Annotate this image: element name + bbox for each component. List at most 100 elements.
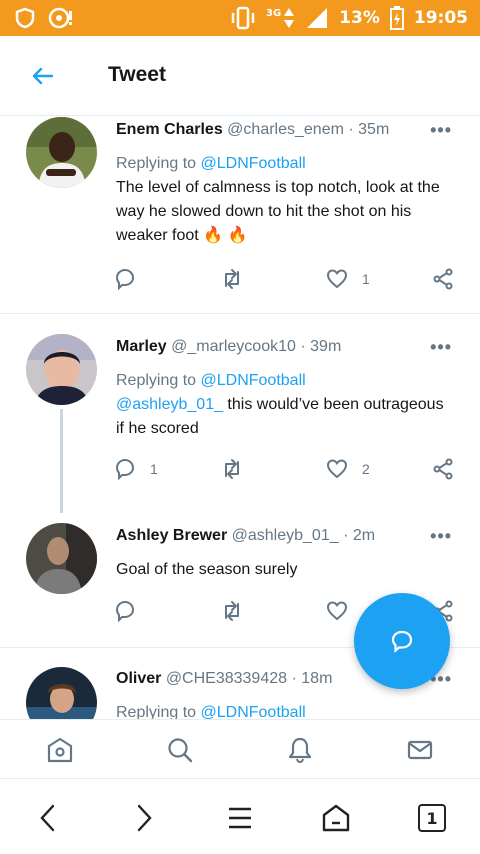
fire-emoji: 🔥 🔥 (203, 227, 248, 244)
menu-icon (229, 807, 251, 829)
more-options-button[interactable]: ••• (430, 120, 452, 141)
browser-back-button[interactable] (30, 800, 66, 836)
author-handle[interactable]: @charles_enem (227, 121, 344, 138)
browser-home-icon (322, 804, 350, 832)
tweet-actions: 1 2 (112, 458, 462, 484)
nav-messages[interactable] (404, 734, 436, 766)
avatar[interactable] (26, 117, 97, 188)
data-arrows-icon (284, 8, 295, 28)
home-icon (47, 737, 73, 763)
reply-to-link[interactable]: @LDNFootball (201, 155, 306, 172)
reply-icon (115, 268, 135, 290)
separator: · (300, 338, 306, 355)
retweet-icon (225, 269, 239, 289)
reply-context: Replying to @LDNFootball (116, 152, 456, 176)
chevron-right-icon (137, 804, 152, 832)
status-bar: 3G 13% 19:05 (0, 0, 480, 36)
timestamp: 39m (310, 338, 342, 355)
chevron-left-icon (40, 804, 55, 832)
share-icon (433, 458, 453, 480)
browser-home-button[interactable] (318, 800, 354, 836)
tweet-body: Replying to @LDNFootball The level of ca… (116, 152, 456, 248)
tweet-text-content: The level of calmness is top notch, look… (116, 179, 440, 244)
tweet[interactable]: Enem Charles @charles_enem · 35m ••• Rep… (0, 116, 480, 314)
retweet-button[interactable] (220, 458, 258, 480)
retweet-button[interactable] (220, 600, 258, 622)
more-options-button[interactable]: ••• (430, 526, 452, 547)
like-button[interactable]: 1 (326, 268, 370, 290)
separator: · (348, 121, 354, 138)
network-type: 3G (266, 7, 282, 19)
tweet-body: Goal of the season surely (116, 558, 456, 582)
separator: · (343, 527, 349, 544)
reply-context: Replying to @LDNFootball (116, 701, 456, 719)
share-icon (433, 268, 453, 290)
tweet-body: Replying to @LDNFootball @ashleyb_01_ th… (116, 369, 456, 441)
like-button[interactable] (326, 600, 362, 622)
reply-icon (115, 600, 135, 622)
share-button[interactable] (432, 268, 454, 290)
retweet-button[interactable] (220, 268, 258, 290)
search-icon (168, 738, 193, 763)
tweet-text: @ashleyb_01_ this would’ve been outrageo… (116, 393, 456, 441)
heart-icon (326, 269, 348, 289)
signal-icon (307, 8, 328, 28)
tweet-header: Enem Charles @charles_enem · 35m (116, 121, 389, 139)
like-count: 2 (362, 461, 370, 477)
clock: 19:05 (413, 8, 468, 28)
messages-icon (407, 740, 433, 760)
browser-tabs-button[interactable]: 1 (414, 800, 450, 836)
battery-percent: 13% (339, 8, 380, 28)
reply-context: Replying to @LDNFootball (116, 369, 456, 393)
author-handle[interactable]: @ashleyb_01_ (232, 527, 339, 544)
heart-icon (326, 601, 348, 621)
bottom-navigation (0, 719, 480, 779)
mention-link[interactable]: @ashleyb_01_ (116, 396, 223, 413)
avatar[interactable] (26, 667, 97, 719)
shield-icon (15, 7, 35, 29)
more-options-button[interactable]: ••• (430, 337, 452, 358)
reply-button[interactable] (114, 268, 150, 290)
avatar[interactable] (26, 334, 97, 405)
author-name[interactable]: Ashley Brewer (116, 527, 227, 544)
like-button[interactable]: 2 (326, 458, 370, 480)
tweet-header: Marley @_marleycook10 · 39m (116, 338, 341, 356)
retweet-icon (225, 459, 239, 479)
browser-forward-button[interactable] (126, 800, 162, 836)
timestamp: 35m (358, 121, 390, 138)
tweet-actions: 1 (112, 268, 462, 294)
nav-notifications[interactable] (284, 734, 316, 766)
tweet-text: The level of calmness is top notch, look… (116, 176, 456, 248)
tweet-header: Ashley Brewer @ashleyb_01_ · 2m (116, 527, 375, 545)
author-name[interactable]: Enem Charles (116, 121, 223, 138)
nav-search[interactable] (164, 734, 196, 766)
notification-app-icon (48, 7, 72, 29)
reply-button[interactable]: 1 (114, 458, 158, 480)
reply-icon (115, 458, 135, 480)
nav-home[interactable] (44, 734, 76, 766)
tweet-header: Oliver @CHE38339428 · 18m (116, 670, 332, 688)
compose-reply-button[interactable] (354, 593, 450, 689)
author-name[interactable]: Oliver (116, 670, 161, 687)
vibrate-icon (231, 6, 255, 30)
reply-count: 1 (150, 461, 158, 477)
back-button[interactable] (26, 60, 58, 92)
browser-toolbar: 1 (0, 780, 480, 854)
reply-to-link[interactable]: @LDNFootball (201, 704, 306, 719)
reply-button[interactable] (114, 600, 150, 622)
tweet-text: Goal of the season surely (116, 561, 298, 578)
author-handle[interactable]: @CHE38339428 (166, 670, 287, 687)
author-handle[interactable]: @_marleycook10 (171, 338, 296, 355)
reply-prefix: Replying to (116, 155, 197, 172)
reply-prefix: Replying to (116, 372, 197, 389)
reply-to-link[interactable]: @LDNFootball (201, 372, 306, 389)
tweet-body: Replying to @LDNFootball (116, 701, 456, 719)
timestamp: 18m (301, 670, 333, 687)
page-title: Tweet (108, 63, 166, 86)
share-button[interactable] (432, 458, 454, 480)
app-header: Tweet (0, 36, 480, 116)
avatar[interactable] (26, 523, 97, 594)
browser-menu-button[interactable] (222, 800, 258, 836)
notifications-icon (288, 737, 312, 764)
author-name[interactable]: Marley (116, 338, 167, 355)
